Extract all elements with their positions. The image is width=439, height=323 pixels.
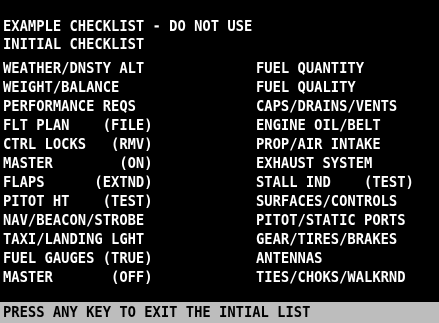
left-item-6: MASTER (ON) (3, 154, 153, 172)
right-item-11: ANTENNAS (256, 249, 323, 267)
right-item-5: PROP/AIR INTAKE (256, 135, 381, 153)
right-item-6: EXHAUST SYSTEM (256, 154, 373, 172)
right-item-3: CAPS/DRAINS/VENTS (256, 97, 398, 115)
right-item-4: ENGINE OIL/BELT (256, 116, 381, 134)
left-item-11: FUEL GAUGES (TRUE) (3, 249, 153, 267)
right-item-7: STALL IND (TEST) (256, 173, 414, 191)
left-item-10: TAXI/LANDING LGHT (3, 230, 145, 248)
right-item-1: FUEL QUANTITY (256, 59, 365, 77)
right-item-2: FUEL QUALITY (256, 78, 356, 96)
left-item-1: WEATHER/DNSTY ALT (3, 59, 145, 77)
left-item-8: PITOT HT (TEST) (3, 192, 153, 210)
left-item-2: WEIGHT/BALANCE (3, 78, 120, 96)
right-item-12: TIES/CHOKS/WALKRND (256, 268, 406, 286)
left-item-3: PERFORMANCE REQS (3, 97, 136, 115)
exit-prompt: PRESS ANY KEY TO EXIT THE INTIAL LIST (3, 303, 311, 321)
checklist-title: EXAMPLE CHECKLIST - DO NOT USE (3, 17, 253, 35)
right-item-9: PITOT/STATIC PORTS (256, 211, 406, 229)
left-item-12: MASTER (OFF) (3, 268, 153, 286)
right-item-8: SURFACES/CONTROLS (256, 192, 398, 210)
checklist-screen: EXAMPLE CHECKLIST - DO NOT USE INITIAL C… (0, 0, 439, 323)
left-item-5: CTRL LOCKS (RMV) (3, 135, 153, 153)
left-item-9: NAV/BEACON/STROBE (3, 211, 145, 229)
left-item-4: FLT PLAN (FILE) (3, 116, 153, 134)
checklist-subtitle: INITIAL CHECKLIST (3, 35, 145, 53)
status-bar[interactable]: PRESS ANY KEY TO EXIT THE INTIAL LIST (0, 302, 439, 323)
right-item-10: GEAR/TIRES/BRAKES (256, 230, 398, 248)
left-item-7: FLAPS (EXTND) (3, 173, 153, 191)
